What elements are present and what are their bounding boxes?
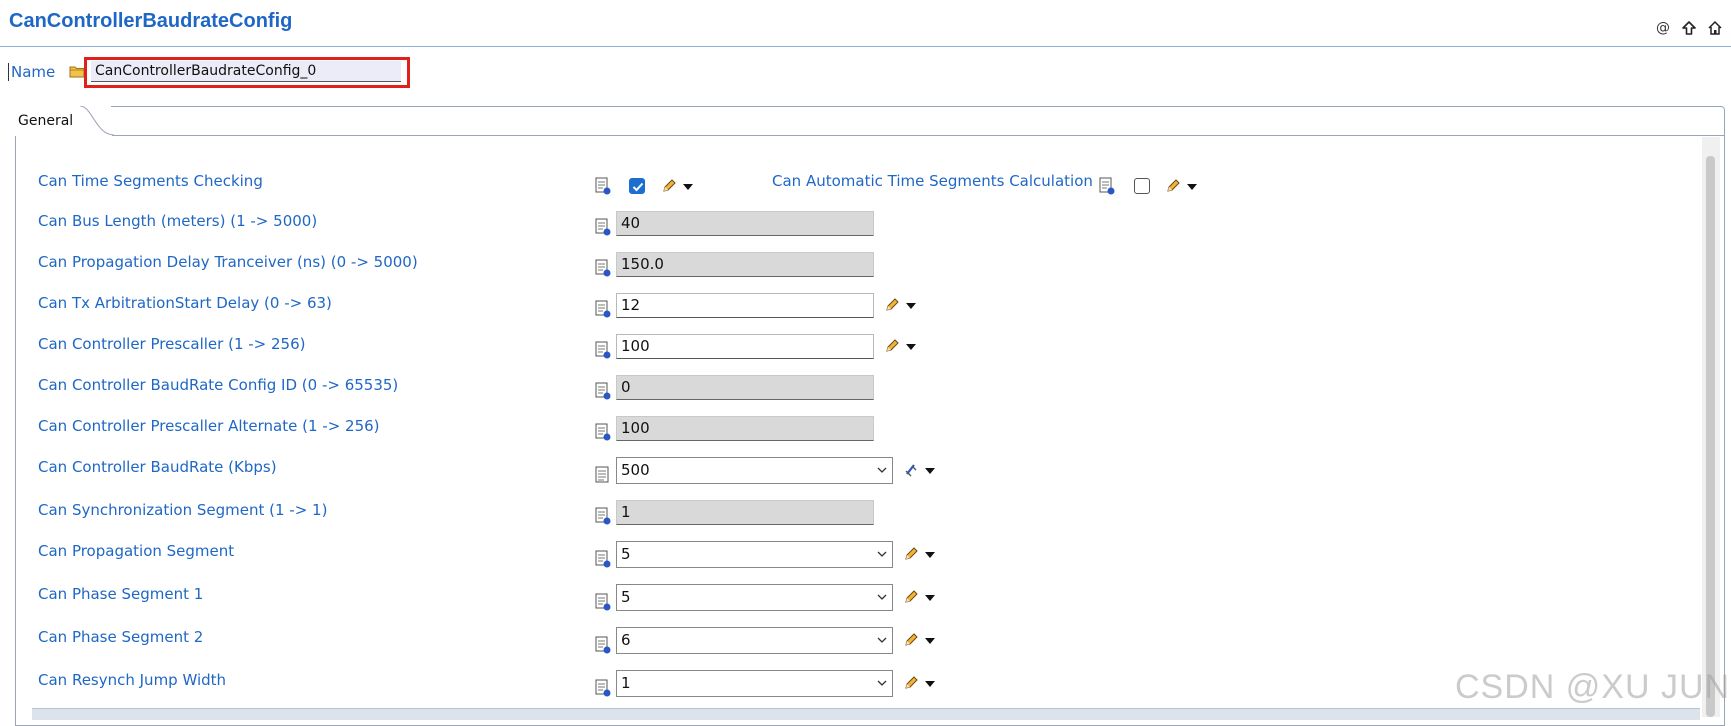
- watermark: CSDN @XU JUNNY: [1455, 668, 1731, 706]
- tab-divider: [112, 135, 1724, 136]
- prescaller-label: Can Controller Prescaller (1 -> 256): [38, 335, 306, 353]
- baudrate-id-label: Can Controller BaudRate Config ID (0 -> …: [38, 376, 399, 394]
- param-config-icon: [595, 177, 611, 195]
- tab-general-label: General: [18, 113, 74, 129]
- prescaller-field[interactable]: 100: [616, 334, 874, 359]
- param-config-icon: [595, 382, 611, 400]
- chevron-down-icon: [877, 680, 887, 686]
- phase-seg2-select-value: 6: [621, 631, 631, 649]
- pencil-icon[interactable]: [903, 546, 919, 562]
- name-input[interactable]: [91, 61, 401, 82]
- param-list-icon: [595, 466, 609, 483]
- param-config-icon: [595, 550, 611, 568]
- phase-seg1-label: Can Phase Segment 1: [38, 585, 204, 603]
- param-config-icon: [595, 423, 611, 441]
- home-icon[interactable]: [1707, 20, 1723, 36]
- baudrate-select-value: 500: [621, 461, 650, 479]
- phase-seg2-label: Can Phase Segment 2: [38, 628, 204, 646]
- sync-seg-label: Can Synchronization Segment (1 -> 1): [38, 501, 328, 519]
- folder-icon: [69, 66, 85, 78]
- pencil-icon[interactable]: [884, 297, 900, 313]
- header-toolbar: @: [1655, 20, 1723, 36]
- dropdown-arrow-icon[interactable]: [925, 467, 935, 475]
- prop-delay-field: 150.0: [616, 252, 874, 277]
- phase-seg1-select-value: 5: [621, 588, 631, 606]
- pencil-icon[interactable]: [884, 338, 900, 354]
- auto-time-seg-checkbox[interactable]: [1134, 178, 1150, 194]
- prop-seg-select-value: 5: [621, 545, 631, 563]
- prop-seg-label: Can Propagation Segment: [38, 542, 235, 560]
- name-label: Name: [8, 63, 55, 81]
- chevron-down-icon: [877, 551, 887, 557]
- param-config-icon: [595, 218, 611, 236]
- scrollbar-thumb[interactable]: [1706, 156, 1715, 717]
- auto-time-seg-label: Can Automatic Time Segments Calculation: [772, 172, 1093, 190]
- pencil-icon[interactable]: [1165, 178, 1181, 194]
- dropdown-arrow-icon[interactable]: [1187, 183, 1197, 191]
- chevron-down-icon: [877, 467, 887, 473]
- param-config-icon: [595, 593, 611, 611]
- dropdown-arrow-icon[interactable]: [683, 183, 693, 191]
- link-edit-icon[interactable]: [903, 462, 919, 478]
- pencil-icon[interactable]: [903, 589, 919, 605]
- param-config-icon: [595, 341, 611, 359]
- dropdown-arrow-icon[interactable]: [906, 343, 916, 351]
- time-seg-check-checkbox[interactable]: [629, 178, 645, 194]
- phase-seg1-select[interactable]: 5: [616, 584, 893, 611]
- tx-arb-label: Can Tx ArbitrationStart Delay (0 -> 63): [38, 294, 332, 312]
- sync-seg-field: 1: [616, 500, 874, 525]
- up-arrow-icon[interactable]: [1681, 20, 1697, 36]
- prop-seg-select[interactable]: 5: [616, 541, 893, 568]
- dropdown-arrow-icon[interactable]: [925, 680, 935, 688]
- baudrate-select[interactable]: 500: [616, 457, 893, 484]
- dropdown-arrow-icon[interactable]: [925, 637, 935, 645]
- dropdown-arrow-icon[interactable]: [906, 302, 916, 310]
- phase-seg2-select[interactable]: 6: [616, 627, 893, 654]
- collapsed-section-bar[interactable]: [32, 708, 1700, 720]
- prescaller-alt-label: Can Controller Prescaller Alternate (1 -…: [38, 417, 380, 435]
- chevron-down-icon: [877, 594, 887, 600]
- pencil-icon[interactable]: [903, 675, 919, 691]
- param-config-icon: [595, 636, 611, 654]
- dropdown-arrow-icon[interactable]: [925, 594, 935, 602]
- bus-length-label: Can Bus Length (meters) (1 -> 5000): [38, 212, 318, 230]
- param-config-icon: [1099, 177, 1115, 195]
- param-config-icon: [595, 259, 611, 277]
- editor-header: CanControllerBaudrateConfig @: [0, 0, 1731, 47]
- param-config-icon: [595, 679, 611, 697]
- param-config-icon: [595, 507, 611, 525]
- pencil-icon[interactable]: [903, 632, 919, 648]
- resync-jump-label: Can Resynch Jump Width: [38, 671, 227, 689]
- check-icon: [632, 182, 644, 192]
- baudrate-id-field: 0: [616, 375, 874, 400]
- pencil-icon[interactable]: [661, 178, 677, 194]
- at-icon[interactable]: @: [1655, 20, 1671, 36]
- prop-delay-label: Can Propagation Delay Tranceiver (ns) (0…: [38, 253, 418, 271]
- time-seg-check-label: Can Time Segments Checking: [38, 172, 263, 190]
- bus-length-field: 40: [616, 211, 874, 236]
- resync-jump-select-value: 1: [621, 674, 631, 692]
- param-config-icon: [595, 300, 611, 318]
- chevron-down-icon: [877, 637, 887, 643]
- prescaller-alt-field: 100: [616, 416, 874, 441]
- baudrate-label: Can Controller BaudRate (Kbps): [38, 458, 277, 476]
- page-title: CanControllerBaudrateConfig: [9, 10, 293, 32]
- tab-curve: [80, 106, 114, 136]
- dropdown-arrow-icon[interactable]: [925, 551, 935, 559]
- resync-jump-select[interactable]: 1: [616, 670, 893, 697]
- tx-arb-field[interactable]: 12: [616, 293, 874, 318]
